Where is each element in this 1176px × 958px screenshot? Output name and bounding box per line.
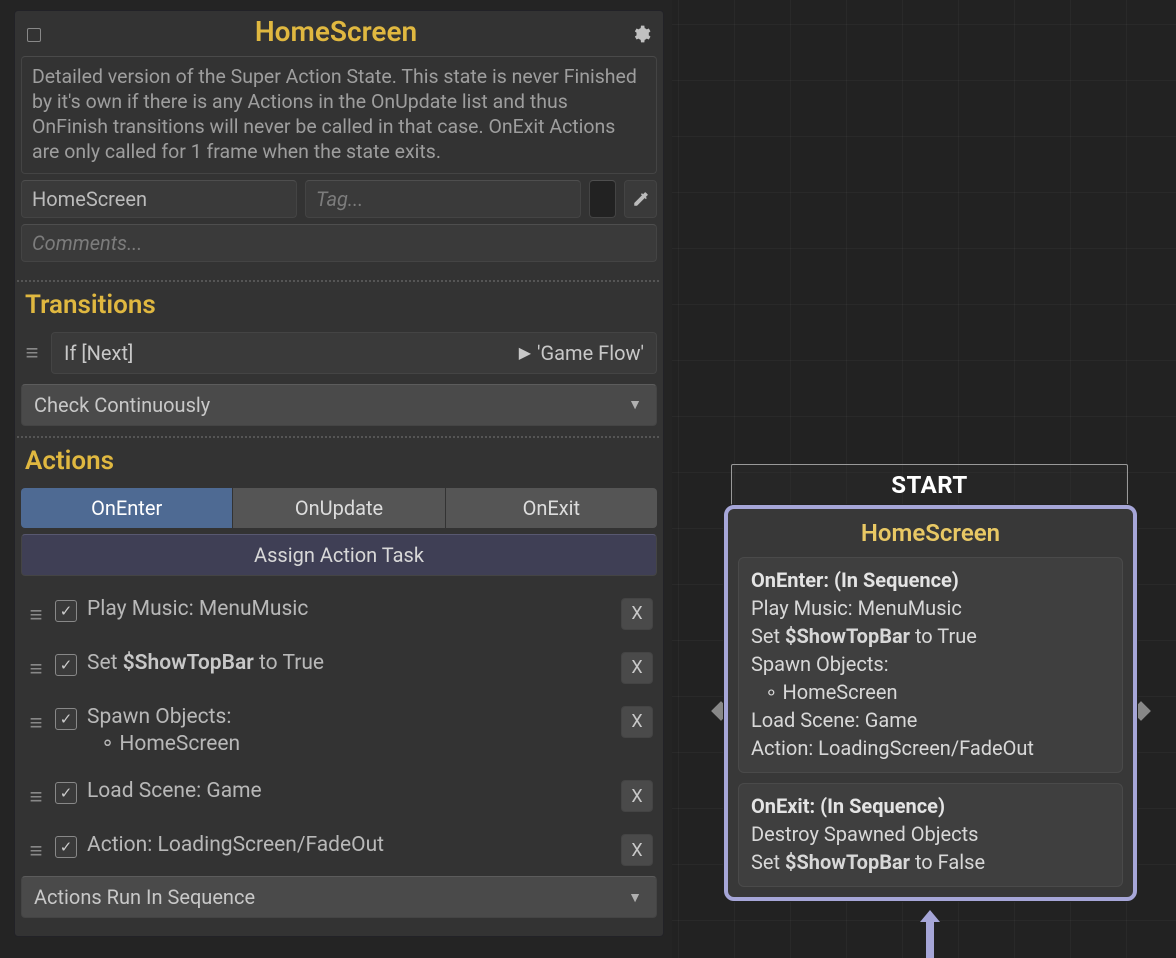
- tag-input[interactable]: [305, 180, 581, 218]
- drag-handle-icon[interactable]: ≡: [25, 784, 45, 810]
- graph-node-onexit-block: OnExit: (In Sequence) Destroy Spawned Ob…: [738, 783, 1123, 887]
- state-description: Detailed version of the Super Action Sta…: [21, 56, 657, 174]
- transition-item[interactable]: ≡ If [Next] ▶ 'Game Flow': [21, 332, 657, 374]
- node-connection-arrow: [916, 910, 944, 958]
- action-phase-tabs: OnEnter OnUpdate OnExit: [21, 488, 657, 528]
- action-label: Set $ShowTopBar to True: [87, 650, 611, 677]
- gear-icon[interactable]: [631, 24, 651, 44]
- color-swatch[interactable]: [589, 180, 616, 218]
- action-label: Spawn Objects:HomeScreen: [87, 704, 611, 759]
- state-name-input[interactable]: [21, 180, 297, 218]
- graph-line: Spawn Objects:: [751, 650, 1110, 678]
- tab-on-enter[interactable]: OnEnter: [21, 488, 233, 528]
- onenter-header: OnEnter: (In Sequence): [751, 566, 1110, 594]
- delete-action-button[interactable]: X: [621, 598, 653, 630]
- delete-action-button[interactable]: X: [621, 652, 653, 684]
- drag-handle-icon[interactable]: ≡: [21, 340, 41, 366]
- transition-target: 'Game Flow': [537, 341, 644, 365]
- action-checkbox[interactable]: ✓: [55, 836, 77, 858]
- play-icon: ▶: [519, 343, 531, 362]
- window-icon[interactable]: [27, 28, 41, 42]
- drag-handle-icon[interactable]: ≡: [25, 656, 45, 682]
- action-checkbox[interactable]: ✓: [55, 654, 77, 676]
- transitions-heading: Transitions: [25, 290, 653, 320]
- graph-line: Load Scene: Game: [751, 706, 1110, 734]
- action-list: ≡ ✓ Play Music: MenuMusic X ≡ ✓ Set $ShowTopBa…: [15, 586, 663, 877]
- action-label: Action: LoadingScreen/FadeOut: [87, 832, 611, 859]
- start-label: START: [731, 464, 1128, 506]
- chevron-down-icon: ▼: [628, 396, 642, 413]
- action-label: Play Music: MenuMusic: [87, 596, 611, 623]
- action-row[interactable]: ≡ ✓ Action: LoadingScreen/FadeOut X: [21, 822, 657, 876]
- onexit-header: OnExit: (In Sequence): [751, 792, 1110, 820]
- action-label: Load Scene: Game: [87, 778, 611, 805]
- graph-line: Play Music: MenuMusic: [751, 594, 1110, 622]
- action-checkbox[interactable]: ✓: [55, 782, 77, 804]
- drag-handle-icon[interactable]: ≡: [25, 838, 45, 864]
- check-mode-value: Check Continuously: [34, 393, 210, 417]
- delete-action-button[interactable]: X: [621, 706, 653, 738]
- delete-action-button[interactable]: X: [621, 834, 653, 866]
- graph-line: Destroy Spawned Objects: [751, 820, 1110, 848]
- inspector-panel: HomeScreen Detailed version of the Super…: [14, 10, 664, 937]
- panel-header: HomeScreen: [15, 11, 663, 56]
- graph-node-onenter-block: OnEnter: (In Sequence) Play Music: MenuM…: [738, 557, 1123, 773]
- assign-action-button[interactable]: Assign Action Task: [21, 534, 657, 576]
- separator: [17, 436, 661, 438]
- action-row[interactable]: ≡ ✓ Spawn Objects:HomeScreen X: [21, 694, 657, 769]
- check-mode-select[interactable]: Check Continuously ▼: [21, 384, 657, 426]
- action-checkbox[interactable]: ✓: [55, 708, 77, 730]
- panel-title: HomeScreen: [41, 15, 631, 48]
- tab-on-update[interactable]: OnUpdate: [233, 488, 445, 528]
- run-mode-value: Actions Run In Sequence: [34, 885, 255, 909]
- transition-condition: If [Next]: [64, 341, 133, 365]
- color-picker-button[interactable]: [624, 180, 657, 218]
- graph-node-homescreen[interactable]: HomeScreen OnEnter: (In Sequence) Play M…: [724, 505, 1137, 901]
- actions-heading: Actions: [25, 446, 653, 476]
- graph-line: Action: LoadingScreen/FadeOut: [751, 734, 1110, 762]
- graph-line: Set $ShowTopBar to False: [751, 848, 1110, 876]
- action-checkbox[interactable]: ✓: [55, 600, 77, 622]
- action-row[interactable]: ≡ ✓ Set $ShowTopBar to True X: [21, 640, 657, 694]
- drag-handle-icon[interactable]: ≡: [25, 710, 45, 736]
- graph-line: Set $ShowTopBar to True: [751, 622, 1110, 650]
- graph-node-title: HomeScreen: [728, 509, 1133, 557]
- delete-action-button[interactable]: X: [621, 780, 653, 812]
- drag-handle-icon[interactable]: ≡: [25, 602, 45, 628]
- comments-input[interactable]: [21, 224, 657, 262]
- separator: [17, 280, 661, 282]
- graph-line: HomeScreen: [751, 678, 1110, 706]
- tab-on-exit[interactable]: OnExit: [446, 488, 657, 528]
- action-row[interactable]: ≡ ✓ Play Music: MenuMusic X: [21, 586, 657, 640]
- run-mode-select[interactable]: Actions Run In Sequence ▼: [21, 876, 657, 918]
- chevron-down-icon: ▼: [628, 889, 642, 906]
- action-row[interactable]: ≡ ✓ Load Scene: Game X: [21, 768, 657, 822]
